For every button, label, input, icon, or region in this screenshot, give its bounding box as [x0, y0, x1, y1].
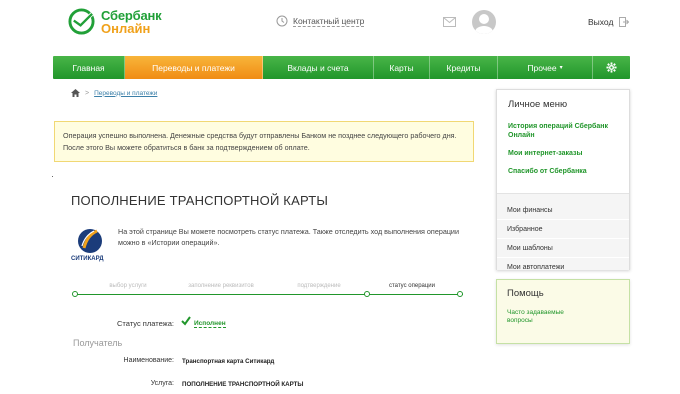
provider-logo: СИТИКАРД	[71, 226, 107, 268]
home-icon[interactable]	[71, 89, 80, 97]
step-label-confirmation: подтверждение	[297, 283, 341, 289]
nav-other[interactable]: Прочее ▾	[498, 56, 593, 79]
nav-transfers-payments[interactable]: Переводы и платежи	[125, 56, 263, 79]
recipient-service-label: Услуга:	[150, 380, 174, 387]
step-node-2	[364, 291, 370, 297]
recipient-service-value: ПОПОЛНЕНИЕ ТРАНСПОРТНОЙ КАРТЫ	[182, 381, 304, 388]
step-label-status: статус операции	[388, 283, 436, 289]
nav-settings[interactable]	[593, 56, 630, 79]
nav-credits[interactable]: Кредиты	[430, 56, 498, 79]
step-node-1	[72, 291, 78, 297]
check-icon	[181, 316, 191, 326]
nav-cards[interactable]: Карты	[374, 56, 430, 79]
menu-item-my-autopayments[interactable]: Мои автоплатежи	[497, 258, 629, 277]
breadcrumb-separator: >	[85, 89, 90, 97]
gear-icon	[606, 62, 617, 73]
contact-center-link[interactable]: Контактный центр	[276, 15, 365, 27]
success-notice: Операция успешно выполнена. Денежные сре…	[54, 121, 474, 162]
menu-item-my-templates[interactable]: Мои шаблоны	[497, 239, 629, 258]
progress-line-current	[367, 294, 463, 295]
menu-item-my-finances[interactable]: Мои финансы	[497, 201, 629, 220]
brand-line2: Онлайн	[101, 20, 151, 36]
step-label-fill-details: заполнение реквизитов	[188, 283, 254, 289]
contact-center-label: Контактный центр	[293, 15, 365, 27]
personal-menu: Личное меню История операций Сбербанк Он…	[496, 89, 630, 271]
recipient-name-label: Наименование:	[123, 357, 174, 364]
citycard-logo-icon	[78, 229, 102, 253]
help-title: Помощь	[507, 288, 544, 299]
provider-name: СИТИКАРД	[71, 256, 104, 262]
main-nav: Главная Переводы и платежи Вклады и счет…	[53, 56, 630, 79]
logout-link[interactable]: Выход	[588, 17, 630, 27]
recipient-name-value: Транспортная карта Ситикард	[182, 358, 275, 365]
user-avatar[interactable]	[472, 10, 496, 34]
step-node-3	[457, 291, 463, 297]
clock-icon	[276, 15, 288, 27]
menu-link-spasibo[interactable]: Спасибо от Сбербанка	[508, 167, 619, 176]
brand-line1: Сбербанк	[101, 7, 162, 23]
menu-link-internet-orders[interactable]: Мои интернет-заказы	[508, 149, 619, 158]
personal-menu-title: Личное меню	[508, 99, 568, 110]
breadcrumb-transfers[interactable]: Переводы и платежи	[94, 90, 157, 97]
help-panel: Помощь Часто задаваемые вопросы	[496, 279, 630, 344]
info-text: На этой странице Вы можете посмотреть ст…	[118, 227, 459, 247]
nav-deposits-accounts[interactable]: Вклады и счета	[263, 56, 374, 79]
help-faq-link[interactable]: Часто задаваемые вопросы	[507, 309, 587, 325]
logout-label: Выход	[588, 17, 614, 27]
menu-item-favorites[interactable]: Избранное	[497, 220, 629, 239]
step-label-select-service: выбор услуги	[109, 283, 147, 289]
recipient-heading: Получатель	[73, 338, 123, 348]
breadcrumb: > Переводы и платежи	[71, 89, 157, 97]
chevron-down-icon: ▾	[559, 65, 563, 71]
page-title: ПОПОЛНЕНИЕ ТРАНСПОРТНОЙ КАРТЫ	[71, 193, 329, 208]
status-label: Статус платежа:	[117, 319, 174, 328]
sberbank-logo[interactable]: Сбербанк Онлайн	[68, 7, 162, 36]
nav-other-label: Прочее	[527, 62, 557, 73]
stray-dot	[52, 176, 53, 177]
mail-icon[interactable]	[443, 17, 456, 27]
status-value[interactable]: Исполнен	[194, 320, 226, 328]
logout-icon	[619, 17, 630, 27]
nav-main[interactable]: Главная	[53, 56, 125, 79]
sberbank-logo-icon	[68, 8, 95, 35]
menu-link-operations-history[interactable]: История операций Сбербанк Онлайн	[508, 122, 619, 140]
user-silhouette-icon	[475, 14, 493, 34]
progress-steps: выбор услуги заполнение реквизитов подтв…	[72, 283, 463, 303]
progress-line-done	[75, 294, 367, 295]
